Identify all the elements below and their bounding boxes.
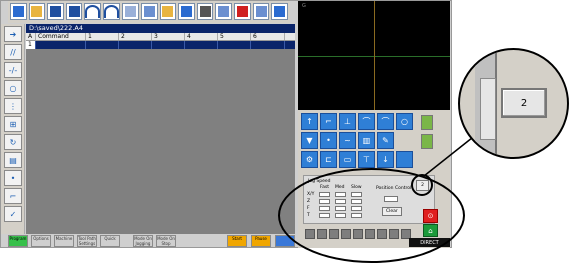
table-cell[interactable]	[86, 41, 119, 49]
program-button[interactable]: Program	[8, 235, 28, 247]
dash-line-icon[interactable]: -/-	[4, 62, 22, 78]
line-move-icon[interactable]: ⌐	[320, 113, 337, 130]
graph-icon[interactable]	[271, 3, 288, 20]
ruler-icon[interactable]: ▤	[4, 152, 22, 168]
move-point-icon[interactable]: ↑	[301, 113, 318, 130]
pattern-icon[interactable]: ⊞	[4, 116, 22, 132]
redo-icon[interactable]	[103, 3, 121, 20]
options-button[interactable]: Options	[31, 235, 51, 247]
dispense-icon[interactable]: ▼	[301, 132, 318, 149]
add-point-icon[interactable]	[234, 3, 251, 20]
y-axis-line	[374, 1, 375, 110]
table-cell[interactable]	[218, 41, 251, 49]
command-table-header: A Command 1 2 3 4 5 6	[26, 33, 295, 41]
check-icon[interactable]: ✓	[4, 206, 22, 222]
stop-mode-button[interactable]: Mode On Stop	[156, 235, 176, 247]
zoom-callout: 2	[458, 48, 569, 159]
table-header-cell: 1	[86, 33, 119, 40]
table-header-cell: 6	[251, 33, 285, 40]
toolpath-settings-button[interactable]: Tool Path Settings	[77, 235, 97, 247]
grid-icon[interactable]	[252, 3, 270, 20]
table-header-cell: 2	[119, 33, 152, 40]
table-header-cell: 4	[185, 33, 218, 40]
save-icon[interactable]	[47, 3, 64, 20]
jog-mode-button[interactable]: Mode On Jogging	[133, 235, 153, 247]
step-move-icon[interactable]: ⊥	[339, 113, 356, 130]
table-header-cell: 3	[152, 33, 185, 40]
table-header-cell: A	[26, 33, 36, 40]
start-button[interactable]: Start	[227, 235, 247, 247]
table-icon[interactable]	[215, 3, 233, 20]
open-folder-icon[interactable]	[28, 3, 46, 20]
copy-icon[interactable]	[141, 3, 158, 20]
file-path: D:\saved\222.A4	[26, 24, 295, 33]
arrow-right-icon[interactable]: ➔	[4, 26, 22, 42]
fill-icon[interactable]: ▥	[358, 132, 375, 149]
arc-icon[interactable]: ⌒	[377, 113, 394, 130]
blank-function-icon[interactable]	[396, 151, 413, 168]
bottom-button-bar: Program Options Machine Tool Path Settin…	[1, 234, 298, 248]
left-toolbar: ➔ // -/- ○ ⋮ ⊞ ↻ ▤ • ⌐ ✓	[1, 24, 25, 234]
dot-icon[interactable]: •	[320, 132, 337, 149]
table-cell[interactable]	[36, 41, 86, 49]
zoomed-number-button: 2	[501, 88, 547, 118]
circle-icon[interactable]: ○	[396, 113, 413, 130]
square-icon[interactable]: ▭	[339, 151, 356, 168]
table-row[interactable]: 1	[26, 41, 295, 49]
command-table-body[interactable]	[26, 49, 295, 234]
table-cell[interactable]: 1	[26, 41, 36, 49]
path-icon[interactable]: ⌐	[4, 188, 22, 204]
paste-icon[interactable]	[159, 3, 177, 20]
circle-tool-icon[interactable]: ○	[4, 80, 22, 96]
pause-button[interactable]: Pause	[251, 235, 271, 247]
point-marker-icon[interactable]: ↓	[377, 151, 394, 168]
curve-icon[interactable]: ⌒	[358, 113, 375, 130]
graphic-label: G	[302, 3, 306, 9]
top-toolbar	[8, 1, 290, 23]
tool-icon[interactable]: ⚙	[301, 151, 318, 168]
new-file-icon[interactable]	[10, 3, 27, 20]
undo-icon[interactable]	[84, 3, 102, 20]
line-icon[interactable]: //	[4, 44, 22, 60]
cut-icon[interactable]	[122, 3, 140, 20]
graphic-view[interactable]: G	[298, 1, 450, 110]
rotate-icon[interactable]: ↻	[4, 134, 22, 150]
table-cell[interactable]	[119, 41, 152, 49]
quick-button[interactable]: Quick	[100, 235, 120, 247]
machine-button[interactable]: Machine	[54, 235, 74, 247]
insert-line-icon[interactable]	[178, 3, 195, 20]
dots-grid-icon[interactable]: ⋮	[4, 98, 22, 114]
table-header-cell: Command	[36, 33, 86, 40]
table-cell[interactable]	[185, 41, 218, 49]
bracket-icon[interactable]: ⊏	[320, 151, 337, 168]
sensor-icon[interactable]: ⊤	[358, 151, 375, 168]
table-header-cell: 5	[218, 33, 251, 40]
table-cell[interactable]	[152, 41, 185, 49]
delete-icon[interactable]	[196, 3, 214, 20]
save-as-icon[interactable]	[65, 3, 83, 20]
pen-icon[interactable]: ✎	[377, 132, 394, 149]
point-icon[interactable]: •	[4, 170, 22, 186]
zoom-adjacent-button	[480, 78, 496, 140]
table-cell[interactable]	[251, 41, 285, 49]
highlight-ellipse	[278, 168, 465, 263]
wave-icon[interactable]: ~	[339, 132, 356, 149]
